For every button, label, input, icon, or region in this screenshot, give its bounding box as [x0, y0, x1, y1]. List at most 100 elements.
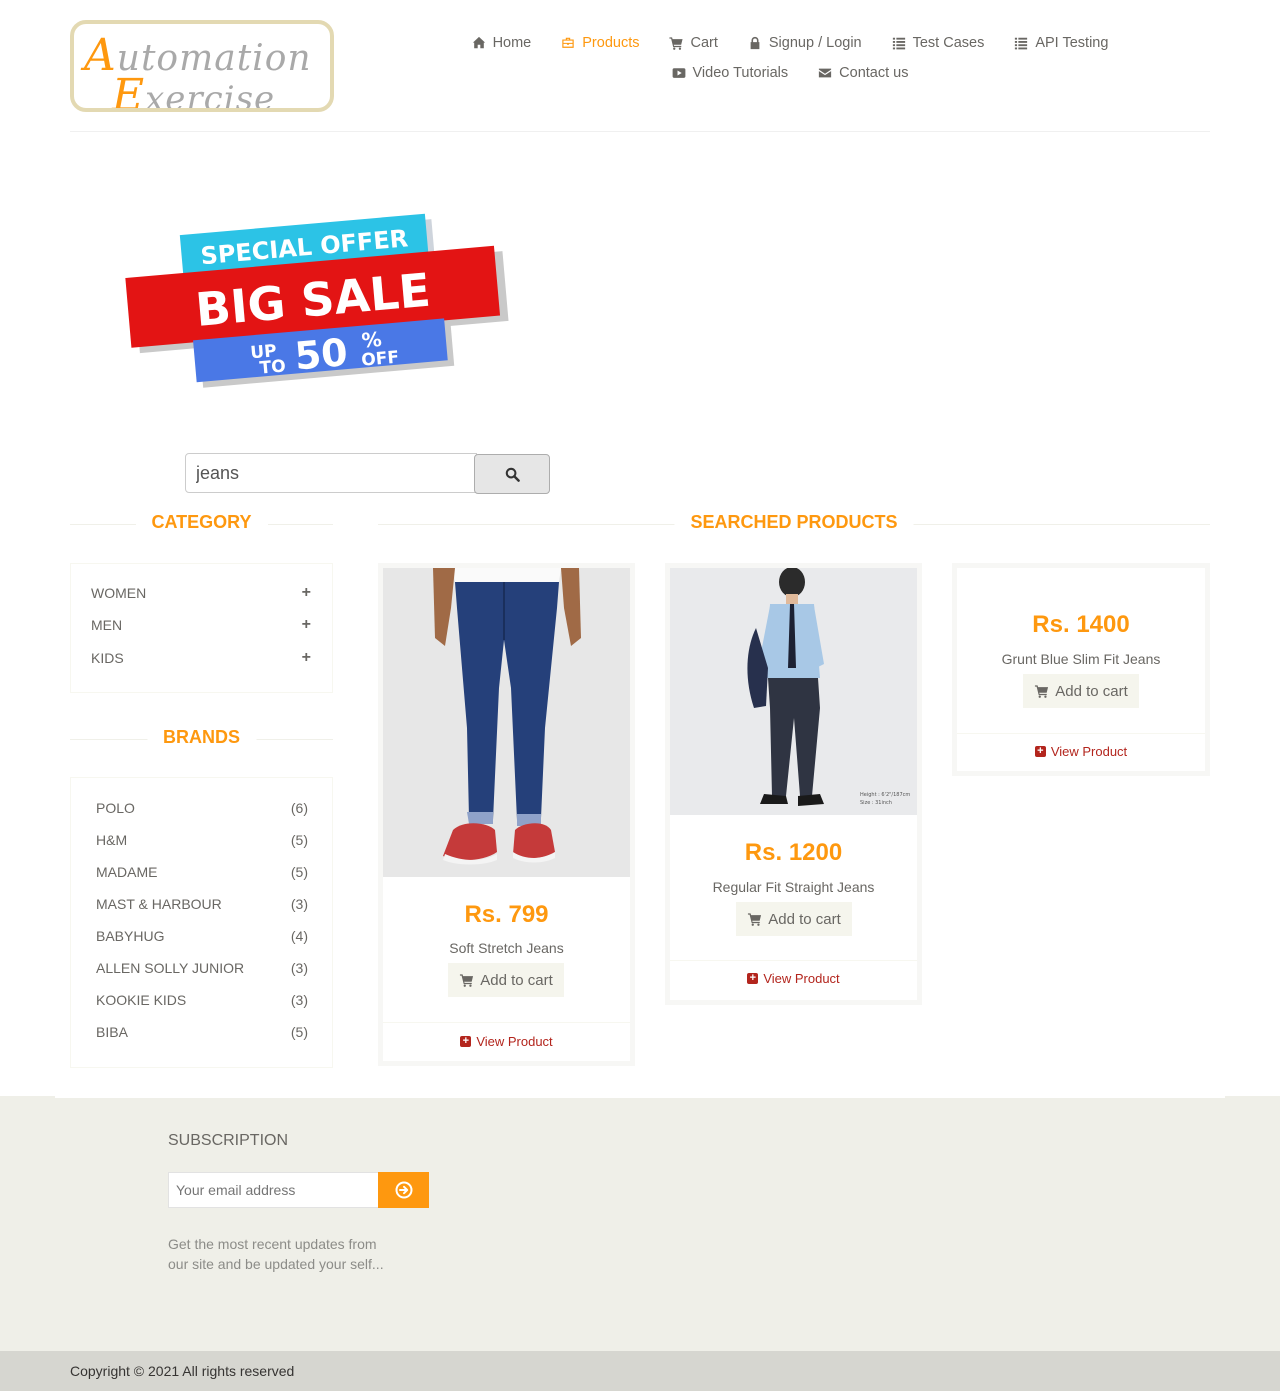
- brands-title: BRANDS: [70, 724, 333, 754]
- brand-mast-harbour[interactable]: MAST & HARBOUR (3): [96, 894, 308, 914]
- brand-count: (5): [290, 864, 308, 880]
- banner-to: TO: [259, 356, 287, 378]
- searched-products-title-text: SEARCHED PRODUCTS: [674, 512, 914, 533]
- brand-name: ALLEN SOLLY JUNIOR: [96, 960, 245, 976]
- brand-count: (3): [290, 896, 308, 912]
- nav-products-label: Products: [582, 35, 640, 51]
- plus-icon[interactable]: +: [302, 649, 311, 667]
- card-divider: [383, 1022, 630, 1023]
- nav-signup-login[interactable]: Signup / Login: [748, 35, 862, 51]
- banner-fifty: 50: [293, 330, 350, 378]
- lock-icon: [750, 36, 760, 50]
- nav-test-cases-label: Test Cases: [912, 35, 985, 51]
- list-icon: [892, 37, 905, 50]
- view-product-link[interactable]: + View Product: [383, 1034, 630, 1049]
- youtube-play-icon: [672, 68, 685, 78]
- brand-madame[interactable]: MADAME (5): [96, 862, 308, 882]
- add-to-cart-label: Add to cart: [1055, 682, 1128, 700]
- site-logo[interactable]: Automation Exercise: [70, 20, 334, 112]
- view-product-label: View Product: [1050, 744, 1128, 759]
- product-card-soft-stretch-jeans: Rs. 799 Soft Stretch Jeans Add to cart +…: [378, 563, 635, 1066]
- category-women[interactable]: WOMEN +: [91, 583, 311, 603]
- cart-icon: [669, 37, 684, 50]
- plus-icon[interactable]: +: [302, 584, 311, 602]
- product-image: [383, 568, 630, 877]
- product-image-caption: Height : 6'2"/187cm: [860, 792, 910, 798]
- main-nav: Home Products Cart Signup / Login Test C…: [440, 28, 1140, 88]
- nav-signup-login-label: Signup / Login: [768, 35, 862, 51]
- brand-name: KOOKIE KIDS: [96, 992, 187, 1008]
- nav-api-testing-label: API Testing: [1035, 35, 1109, 51]
- brand-count: (3): [290, 992, 308, 1008]
- view-product-label: View Product: [763, 971, 840, 986]
- search-product-input[interactable]: [185, 453, 477, 493]
- brand-count: (5): [290, 832, 308, 848]
- add-to-cart-label: Add to cart: [768, 910, 841, 928]
- nav-products[interactable]: Products: [561, 35, 639, 51]
- category-label: KIDS: [91, 650, 124, 666]
- search-icon: [505, 467, 520, 482]
- footer-top-line: [55, 1096, 1225, 1098]
- brand-hm[interactable]: H&M (5): [96, 830, 308, 850]
- searched-products-title: SEARCHED PRODUCTS: [378, 509, 1210, 539]
- brand-name: H&M: [96, 832, 128, 848]
- plus-square-icon: +: [747, 973, 759, 984]
- view-product-link[interactable]: + View Product: [957, 744, 1205, 759]
- product-image-caption: Size : 31inch: [860, 800, 892, 806]
- copyright-bar: Copyright © 2021 All rights reserved: [0, 1351, 1280, 1391]
- plus-square-icon: +: [460, 1036, 472, 1047]
- category-men[interactable]: MEN +: [91, 615, 311, 635]
- category-title: CATEGORY: [70, 509, 333, 539]
- cart-icon: [1035, 685, 1049, 698]
- add-to-cart-button[interactable]: Add to cart: [1023, 674, 1139, 708]
- product-price: Rs. 799: [464, 901, 549, 928]
- brand-name: POLO: [96, 800, 135, 816]
- nav-api-testing[interactable]: API Testing: [1014, 35, 1108, 51]
- subscription-title: SUBSCRIPTION: [168, 1132, 289, 1149]
- category-label: MEN: [91, 617, 123, 633]
- brand-count: (4): [290, 928, 308, 944]
- view-product-label: View Product: [476, 1034, 553, 1049]
- subscribe-button[interactable]: [378, 1172, 429, 1208]
- nav-cart-label: Cart: [690, 35, 718, 51]
- card-divider: [957, 733, 1205, 734]
- nav-cart[interactable]: Cart: [669, 35, 718, 51]
- brands-panel: POLO (6) H&M (5) MADAME (5) MAST & HARBOUR (…: [70, 777, 333, 1068]
- brand-polo[interactable]: POLO (6): [96, 798, 308, 818]
- submit-search-button[interactable]: [474, 454, 550, 494]
- brand-name: BABYHUG: [96, 928, 165, 944]
- subscribe-email-input[interactable]: [168, 1172, 379, 1208]
- nav-video-tutorials[interactable]: Video Tutorials: [672, 65, 788, 81]
- nav-test-cases[interactable]: Test Cases: [892, 35, 985, 51]
- view-product-link[interactable]: + View Product: [670, 971, 917, 986]
- product-name: Soft Stretch Jeans: [449, 940, 564, 956]
- home-icon: [472, 36, 485, 49]
- nav-contact-us[interactable]: Contact us: [818, 65, 908, 81]
- brand-allen-solly-junior[interactable]: ALLEN SOLLY JUNIOR (3): [96, 958, 308, 978]
- add-to-cart-button[interactable]: Add to cart: [736, 902, 852, 936]
- list-icon: [1015, 37, 1028, 50]
- product-name: Regular Fit Straight Jeans: [712, 879, 875, 895]
- add-to-cart-label: Add to cart: [480, 971, 553, 989]
- category-label: WOMEN: [91, 585, 147, 601]
- product-card-grunt-blue-slim-fit-jeans: Rs. 1400 Grunt Blue Slim Fit Jeans Add t…: [952, 563, 1210, 776]
- nav-home[interactable]: Home: [472, 35, 531, 51]
- card-divider: [670, 960, 917, 961]
- brand-biba[interactable]: BIBA (5): [96, 1022, 308, 1042]
- cart-icon: [460, 974, 474, 987]
- brand-babyhug[interactable]: BABYHUG (4): [96, 926, 308, 946]
- product-image: Height : 6'2"/187cm Size : 31inch: [670, 568, 917, 815]
- arrow-circle-right-icon: [395, 1181, 412, 1199]
- brands-title-text: BRANDS: [146, 727, 257, 748]
- product-card-regular-fit-straight-jeans: Height : 6'2"/187cm Size : 31inch Rs. 12…: [665, 563, 922, 1005]
- plus-square-icon: +: [1034, 746, 1046, 757]
- plus-icon[interactable]: +: [302, 616, 311, 634]
- brand-kookie-kids[interactable]: KOOKIE KIDS (3): [96, 990, 308, 1010]
- banner-off: OFF: [361, 348, 400, 371]
- header-divider: [70, 131, 1210, 132]
- category-title-text: CATEGORY: [135, 512, 268, 533]
- add-to-cart-button[interactable]: Add to cart: [448, 963, 564, 997]
- category-kids[interactable]: KIDS +: [91, 648, 311, 668]
- product-price: Rs. 1200: [744, 839, 843, 866]
- product-name: Grunt Blue Slim Fit Jeans: [1001, 651, 1161, 667]
